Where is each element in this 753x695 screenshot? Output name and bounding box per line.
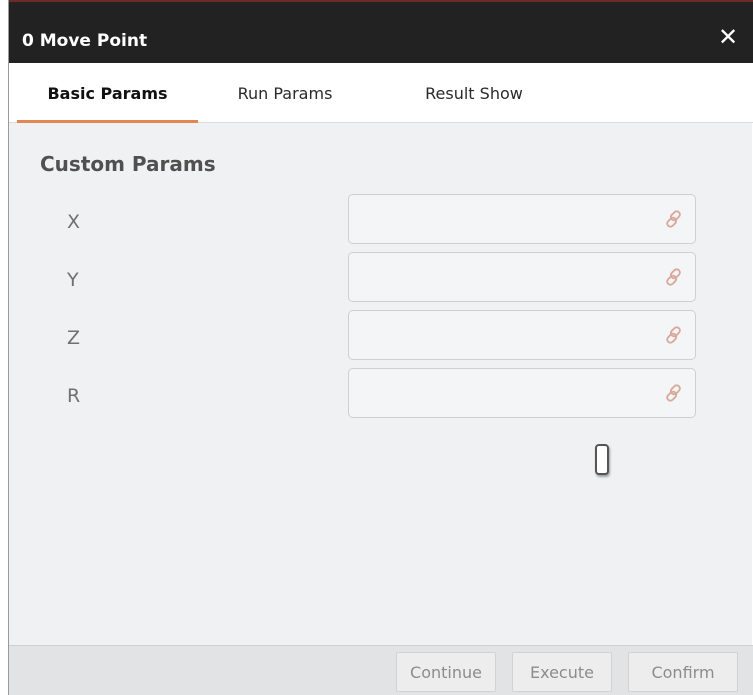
param-label-z: Z (67, 327, 81, 349)
param-label-y: Y (67, 269, 79, 291)
window-title: 0 Move Point (22, 31, 148, 51)
tab-basic-params[interactable]: Basic Params (17, 63, 198, 123)
title-bar[interactable]: 0 Move Point ✕ (9, 0, 753, 63)
param-input-z[interactable] (349, 311, 649, 359)
section-title-custom-params: Custom Params (40, 152, 216, 176)
tab-result-show[interactable]: Result Show (399, 63, 549, 123)
param-field-y[interactable] (348, 252, 696, 302)
param-field-x[interactable] (348, 194, 696, 244)
param-input-r[interactable] (349, 369, 649, 417)
close-button[interactable]: ✕ (715, 24, 741, 50)
param-label-x: X (67, 211, 81, 233)
link-icon[interactable] (663, 208, 685, 230)
link-icon[interactable] (663, 266, 685, 288)
move-point-dialog: 0 Move Point ✕ Basic Params Run Params R… (8, 0, 753, 695)
link-icon[interactable] (663, 324, 685, 346)
footer-bar: Continue Execute Confirm (9, 645, 753, 695)
execute-button[interactable]: Execute (512, 652, 612, 692)
param-input-x[interactable] (349, 195, 649, 243)
confirm-button[interactable]: Confirm (628, 652, 738, 692)
param-field-z[interactable] (348, 310, 696, 360)
tab-run-params[interactable]: Run Params (215, 63, 355, 123)
continue-button[interactable]: Continue (396, 652, 496, 692)
tab-bar: Basic Params Run Params Result Show (9, 63, 753, 123)
drag-handle[interactable] (595, 444, 609, 475)
param-input-y[interactable] (349, 253, 649, 301)
param-label-r: R (67, 385, 81, 407)
link-icon[interactable] (663, 382, 685, 404)
param-field-r[interactable] (348, 368, 696, 418)
close-icon: ✕ (717, 23, 739, 51)
